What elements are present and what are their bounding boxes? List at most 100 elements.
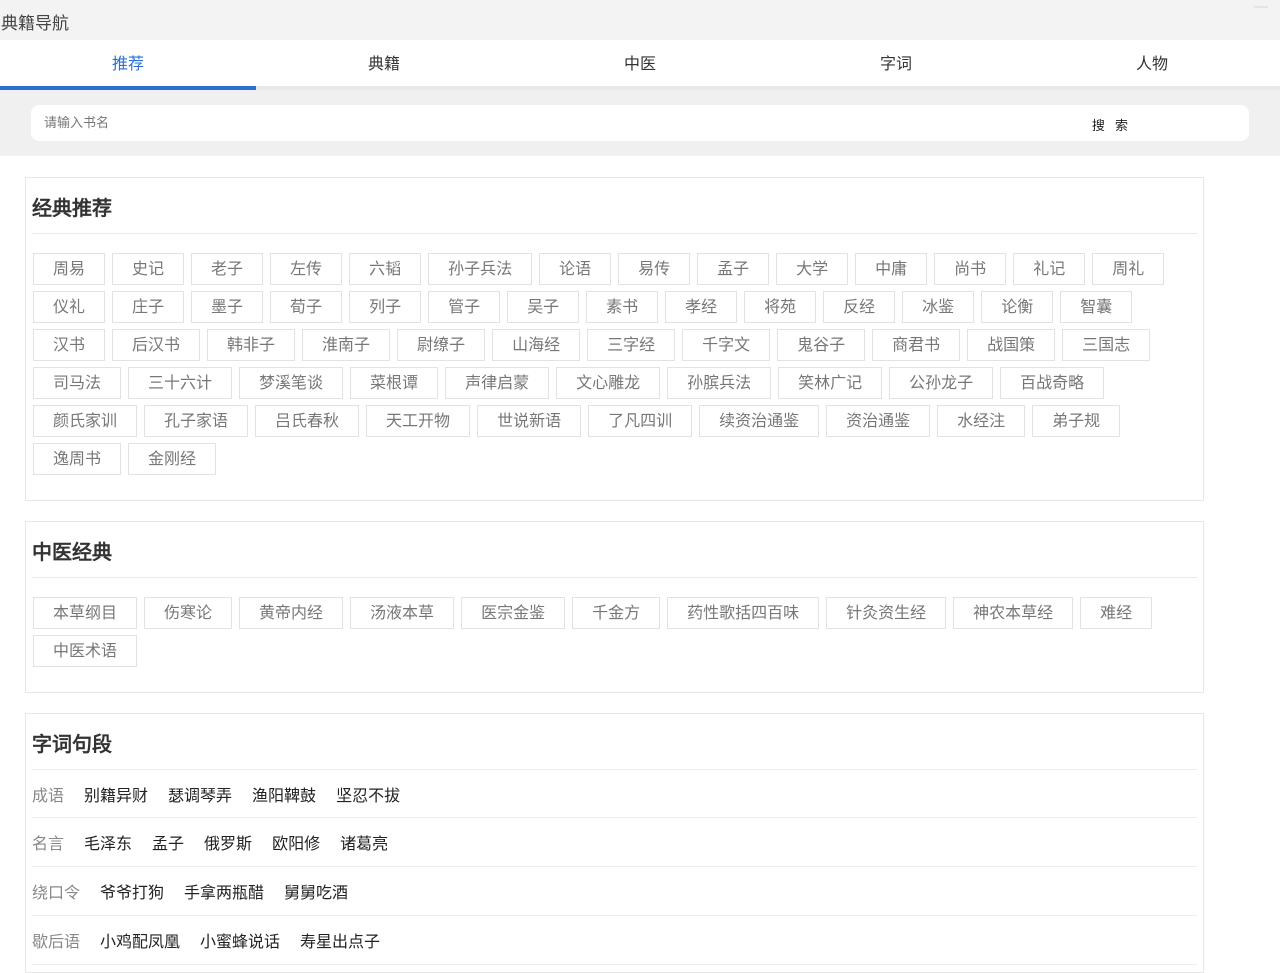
search-input[interactable] <box>31 105 1031 141</box>
book-tag[interactable]: 千金方 <box>572 597 661 629</box>
title-bar: 典籍导航 <box>0 0 1280 40</box>
book-tag[interactable]: 易传 <box>618 253 691 285</box>
book-tag[interactable]: 孔子家语 <box>144 405 249 437</box>
book-tag[interactable]: 老子 <box>191 253 264 285</box>
book-tag[interactable]: 汉书 <box>33 329 106 361</box>
book-tag[interactable]: 天工开物 <box>366 405 471 437</box>
book-tag[interactable]: 梦溪笔谈 <box>239 367 344 399</box>
book-tag[interactable]: 药性歌括四百味 <box>667 597 820 629</box>
book-tag[interactable]: 素书 <box>586 291 659 323</box>
book-tag[interactable]: 冰鉴 <box>902 291 975 323</box>
word-link[interactable]: 毛泽东 <box>84 830 132 854</box>
word-link[interactable]: 寿星出点子 <box>300 928 380 952</box>
book-tag[interactable]: 列子 <box>349 291 422 323</box>
book-tag[interactable]: 逸周书 <box>33 443 122 475</box>
book-tag[interactable]: 中庸 <box>855 253 928 285</box>
book-tag[interactable]: 周礼 <box>1092 253 1165 285</box>
book-tag[interactable]: 神农本草经 <box>953 597 1074 629</box>
classics-panel: 经典推荐 周易 史记 老子 左传 六韬 孙子兵法 论语 易传 孟子 大学 中庸 尚书 礼记 周礼 仪礼 庄子墨… <box>25 177 1204 501</box>
book-tag[interactable]: 墨子 <box>191 291 264 323</box>
book-tag[interactable]: 大学 <box>776 253 849 285</box>
book-tag[interactable]: 难经 <box>1080 597 1153 629</box>
tab-people[interactable]: 人物 <box>1024 40 1280 86</box>
book-tag[interactable]: 三十六计 <box>128 367 233 399</box>
book-tag[interactable]: 了凡四训 <box>588 405 693 437</box>
word-link[interactable]: 坚忍不拔 <box>336 782 400 806</box>
book-tag[interactable]: 六韬 <box>349 253 422 285</box>
book-tag[interactable]: 千字文 <box>682 329 771 361</box>
book-tag[interactable]: 颜氏家训 <box>33 405 138 437</box>
word-link[interactable]: 舅舅吃酒 <box>284 879 348 903</box>
word-link[interactable]: 小鸡配凤凰 <box>100 928 180 952</box>
book-tag[interactable]: 礼记 <box>1013 253 1086 285</box>
word-link[interactable]: 欧阳修 <box>272 830 320 854</box>
tab-classics[interactable]: 典籍 <box>256 40 512 86</box>
search-button[interactable]: 搜 索 <box>1092 115 1131 134</box>
words-rows: 成语 别籍异财 瑟调琴弄 渔阳鞞鼓 坚忍不拔 名言 毛泽东 孟子 俄罗斯 欧阳修 诸葛亮 绕口令 爷爷打… <box>26 769 1203 965</box>
book-tag[interactable]: 尉缭子 <box>397 329 486 361</box>
word-link[interactable]: 俄罗斯 <box>204 830 252 854</box>
book-tag[interactable]: 后汉书 <box>112 329 201 361</box>
word-link[interactable]: 别籍异财 <box>84 782 148 806</box>
book-tag[interactable]: 弟子规 <box>1032 405 1121 437</box>
book-tag[interactable]: 周易 <box>33 253 106 285</box>
book-tag[interactable]: 吕氏春秋 <box>255 405 360 437</box>
book-tag[interactable]: 声律启蒙 <box>445 367 550 399</box>
book-tag[interactable]: 水经注 <box>937 405 1026 437</box>
book-tag[interactable]: 资治通鉴 <box>826 405 931 437</box>
book-tag[interactable]: 黄帝内经 <box>239 597 344 629</box>
book-tag[interactable]: 汤液本草 <box>350 597 455 629</box>
book-tag[interactable]: 商君书 <box>872 329 961 361</box>
book-tag[interactable]: 笑林广记 <box>778 367 883 399</box>
book-tag[interactable]: 文心雕龙 <box>556 367 661 399</box>
book-tag[interactable]: 吴子 <box>507 291 580 323</box>
words-panel: 字词句段 成语 别籍异财 瑟调琴弄 渔阳鞞鼓 坚忍不拔 名言 毛泽东 孟子 俄罗斯 欧阳修 诸葛亮绕… <box>25 713 1204 973</box>
book-tag[interactable]: 战国策 <box>967 329 1056 361</box>
word-link[interactable]: 孟子 <box>152 830 184 854</box>
book-tag[interactable]: 左传 <box>270 253 343 285</box>
book-tag[interactable]: 针灸资生经 <box>826 597 947 629</box>
book-tag[interactable]: 医宗金鉴 <box>461 597 566 629</box>
book-tag[interactable]: 淮南子 <box>302 329 391 361</box>
book-tag[interactable]: 三字经 <box>587 329 676 361</box>
word-link[interactable]: 小蜜蜂说话 <box>200 928 280 952</box>
book-tag[interactable]: 三国志 <box>1062 329 1151 361</box>
book-tag[interactable]: 百战奇略 <box>1000 367 1105 399</box>
tab-recommend[interactable]: 推荐 <box>0 40 256 90</box>
book-tag[interactable]: 论语 <box>539 253 612 285</box>
book-tag[interactable]: 韩非子 <box>207 329 296 361</box>
book-tag[interactable]: 金刚经 <box>128 443 217 475</box>
tab-medicine[interactable]: 中医 <box>512 40 768 86</box>
book-tag[interactable]: 菜根谭 <box>350 367 439 399</box>
tab-words[interactable]: 字词 <box>768 40 1024 86</box>
book-tag[interactable]: 鬼谷子 <box>777 329 866 361</box>
book-tag[interactable]: 管子 <box>428 291 501 323</box>
book-tag[interactable]: 司马法 <box>33 367 122 399</box>
book-tag[interactable]: 孙膑兵法 <box>667 367 772 399</box>
word-link[interactable]: 瑟调琴弄 <box>168 782 232 806</box>
book-tag[interactable]: 反经 <box>823 291 896 323</box>
book-tag[interactable]: 智囊 <box>1060 291 1133 323</box>
book-tag[interactable]: 山海经 <box>492 329 581 361</box>
book-tag[interactable]: 仪礼 <box>33 291 106 323</box>
book-tag[interactable]: 伤寒论 <box>144 597 233 629</box>
book-tag[interactable]: 续资治通鉴 <box>699 405 820 437</box>
book-tag[interactable]: 将苑 <box>744 291 817 323</box>
book-tag[interactable]: 世说新语 <box>477 405 582 437</box>
search-box: 搜 索 <box>31 105 1249 141</box>
book-tag[interactable]: 公孙龙子 <box>889 367 994 399</box>
book-tag[interactable]: 庄子 <box>112 291 185 323</box>
word-link[interactable]: 手拿两瓶醋 <box>184 879 264 903</box>
book-tag[interactable]: 史记 <box>112 253 185 285</box>
word-link[interactable]: 渔阳鞞鼓 <box>252 782 316 806</box>
book-tag[interactable]: 论衡 <box>981 291 1054 323</box>
book-tag[interactable]: 孝经 <box>665 291 738 323</box>
book-tag[interactable]: 本草纲目 <box>33 597 138 629</box>
book-tag[interactable]: 中医术语 <box>33 635 138 667</box>
word-link[interactable]: 爷爷打狗 <box>100 879 164 903</box>
book-tag[interactable]: 荀子 <box>270 291 343 323</box>
word-link[interactable]: 诸葛亮 <box>340 830 388 854</box>
book-tag[interactable]: 孙子兵法 <box>428 253 533 285</box>
book-tag[interactable]: 孟子 <box>697 253 770 285</box>
book-tag[interactable]: 尚书 <box>934 253 1007 285</box>
